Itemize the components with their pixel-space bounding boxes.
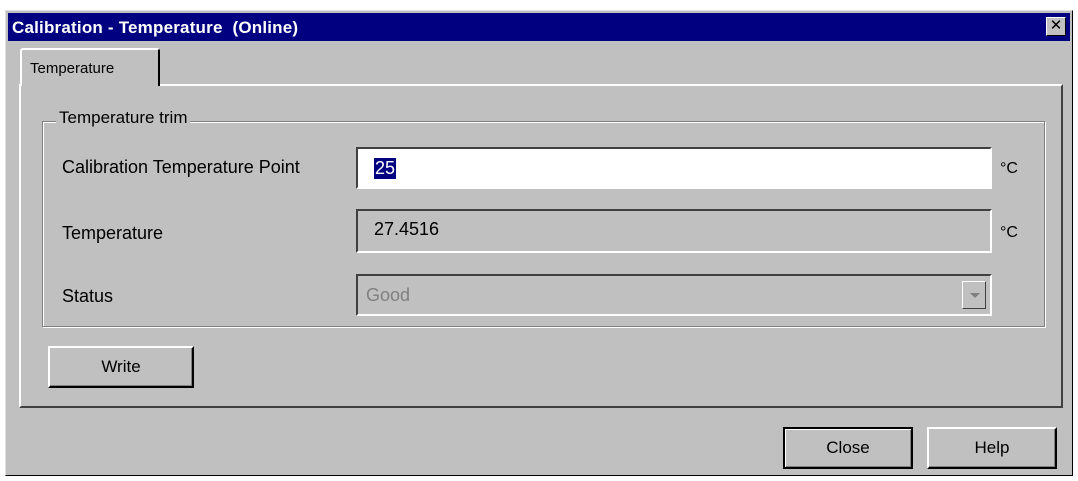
write-button[interactable]: Write [48, 346, 194, 388]
temperature-value: 27.4516 [374, 219, 440, 239]
status-label: Status [62, 286, 114, 306]
calibration-point-input[interactable]: 25 [356, 147, 992, 189]
tab-temperature-label: Temperature [30, 60, 115, 77]
dropdown-button[interactable] [962, 281, 986, 309]
temperature-field: 27.4516 [356, 209, 992, 253]
window-title: Calibration - Temperature (Online) [12, 18, 299, 37]
temperature-label: Temperature [62, 223, 164, 243]
calibration-point-label: Calibration Temperature Point [62, 157, 300, 177]
help-button[interactable]: Help [927, 427, 1057, 469]
group-legend: Temperature trim [56, 108, 191, 128]
calibration-point-value: 25 [374, 158, 397, 179]
temperature-unit: °C [1000, 224, 1018, 241]
close-icon[interactable]: ✕ [1046, 17, 1066, 36]
status-dropdown[interactable]: Good [356, 274, 992, 316]
calibration-point-unit: °C [1000, 160, 1018, 177]
status-value: Good [366, 285, 411, 305]
tab-temperature[interactable]: Temperature [20, 48, 160, 86]
title-bar: Calibration - Temperature (Online) ✕ [8, 13, 1070, 41]
chevron-down-icon [970, 293, 980, 298]
close-button[interactable]: Close [783, 427, 913, 469]
